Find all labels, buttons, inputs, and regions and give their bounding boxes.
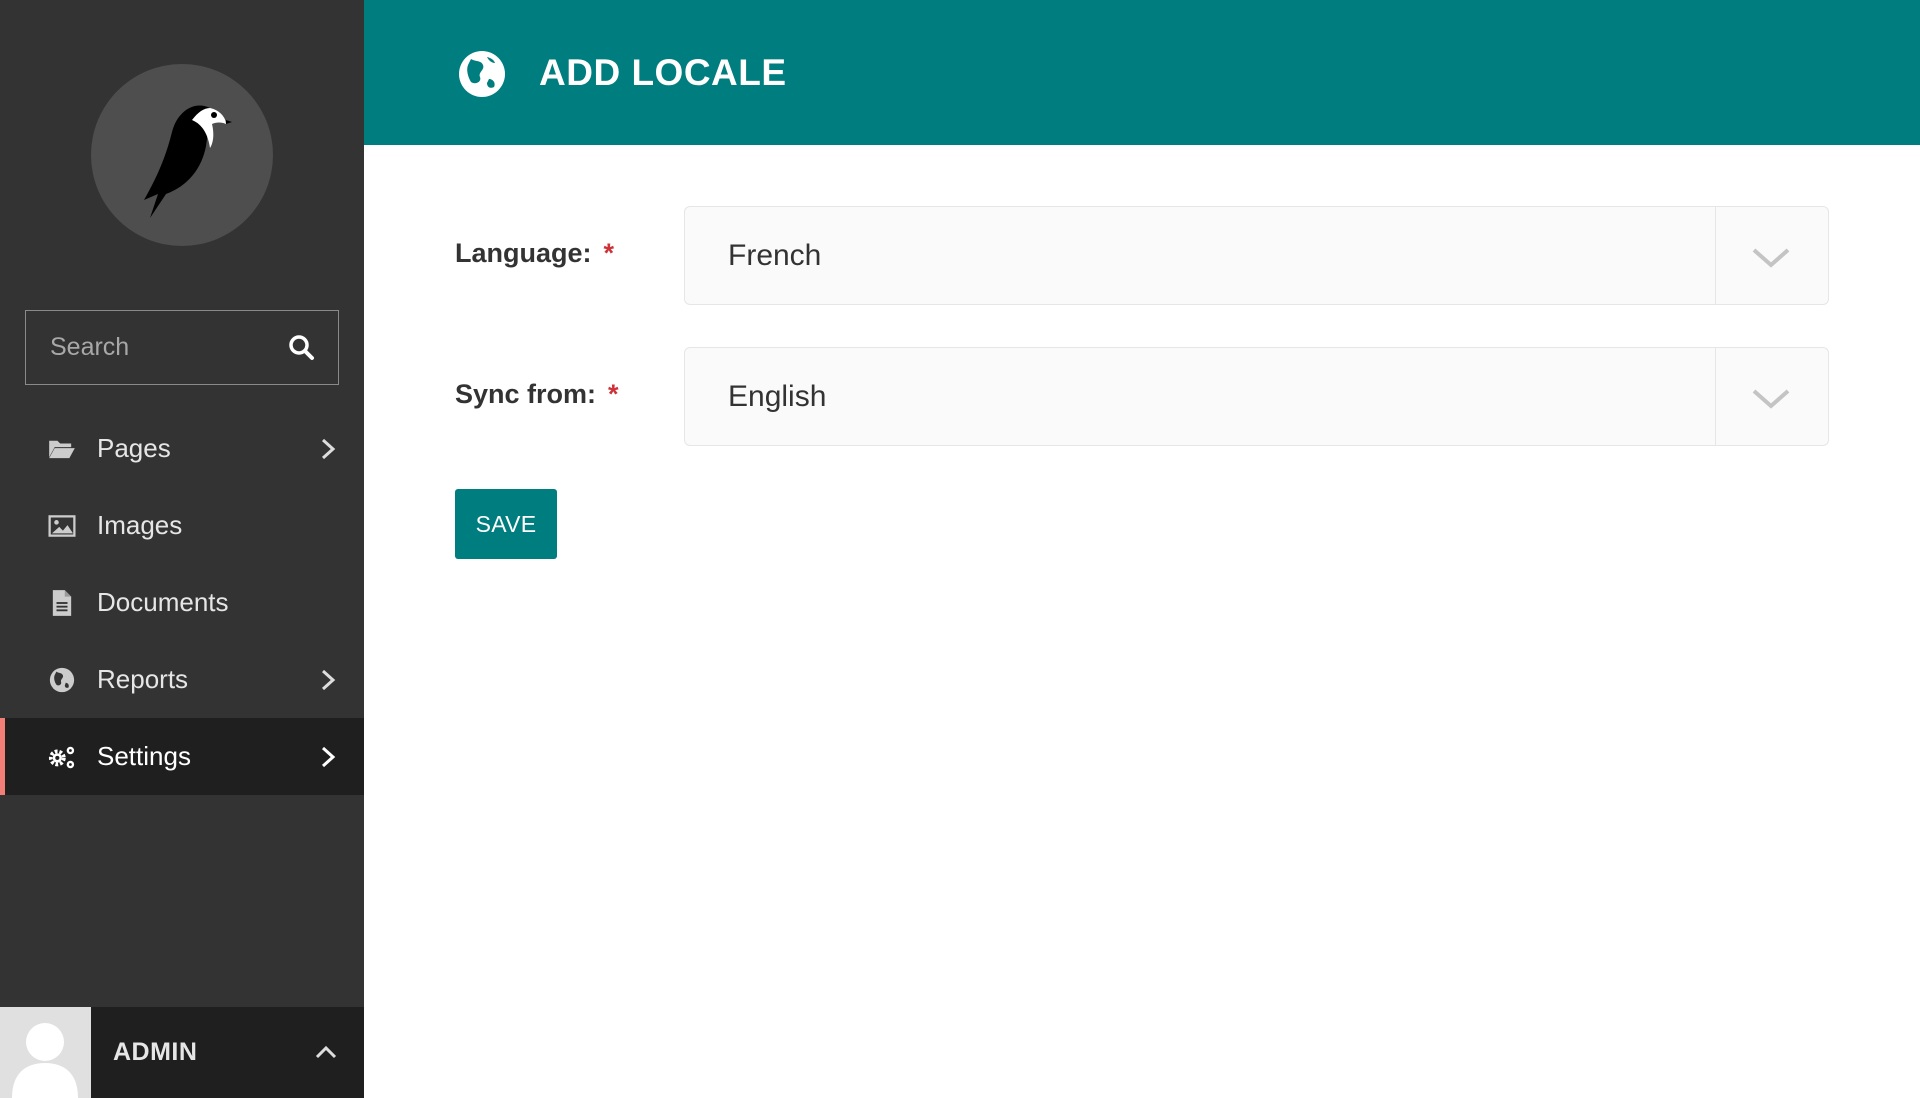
sidebar-item-label: Settings bbox=[97, 741, 191, 771]
bird-logo-icon bbox=[144, 105, 232, 218]
account-name: ADMIN bbox=[113, 1038, 198, 1066]
globe-icon bbox=[47, 665, 77, 695]
sync-from-label: Sync from: * bbox=[455, 379, 619, 410]
sidebar-item-documents[interactable]: Documents bbox=[0, 564, 364, 641]
image-icon bbox=[47, 511, 77, 541]
chevron-right-icon bbox=[321, 746, 336, 767]
wagtail-logo[interactable] bbox=[91, 64, 273, 246]
avatar bbox=[0, 1007, 91, 1098]
search-button[interactable] bbox=[286, 332, 318, 364]
language-select[interactable]: French bbox=[684, 206, 1829, 305]
main-menu: Pages Images Documents Reports Settings bbox=[0, 410, 364, 795]
save-button[interactable]: SAVE bbox=[455, 489, 557, 559]
cogs-icon bbox=[47, 742, 77, 772]
user-avatar-icon bbox=[0, 1007, 91, 1098]
sidebar-item-label: Reports bbox=[97, 664, 189, 694]
sidebar-item-label: Images bbox=[97, 510, 183, 540]
chevron-up-icon bbox=[315, 1045, 337, 1059]
select-divider bbox=[1715, 207, 1716, 304]
sidebar-item-pages[interactable]: Pages bbox=[0, 410, 364, 487]
sidebar-item-settings[interactable]: Settings bbox=[0, 718, 364, 795]
language-label: Language: * bbox=[455, 238, 614, 269]
required-marker: * bbox=[603, 238, 615, 268]
chevron-right-icon bbox=[321, 438, 336, 459]
app-root: Pages Images bbox=[0, 0, 1920, 1098]
search-icon bbox=[289, 335, 314, 360]
sidebar-item-label: Documents bbox=[97, 587, 229, 617]
search-box bbox=[25, 310, 339, 385]
language-select-value: French bbox=[728, 239, 822, 272]
sync-from-label-text: Sync from: bbox=[455, 379, 597, 409]
page-title: ADD LOCALE bbox=[539, 52, 787, 93]
document-icon bbox=[47, 588, 77, 618]
page-header: ADD LOCALE bbox=[364, 0, 1920, 145]
sidebar-item-images[interactable]: Images bbox=[0, 487, 364, 564]
sidebar-item-label: Pages bbox=[97, 433, 171, 463]
sync-from-select-value: English bbox=[728, 380, 827, 413]
chevron-right-icon bbox=[321, 669, 336, 690]
sidebar: Pages Images bbox=[0, 0, 364, 1098]
search-input[interactable] bbox=[26, 311, 276, 384]
folder-open-icon bbox=[47, 434, 77, 464]
language-label-text: Language: bbox=[455, 238, 592, 268]
sync-from-select[interactable]: English bbox=[684, 347, 1829, 446]
select-divider bbox=[1715, 348, 1716, 445]
chevron-down-icon bbox=[1752, 248, 1790, 268]
sidebar-item-reports[interactable]: Reports bbox=[0, 641, 364, 718]
chevron-down-icon bbox=[1752, 389, 1790, 409]
required-marker: * bbox=[608, 379, 619, 409]
globe-icon bbox=[459, 51, 505, 97]
account-menu[interactable]: ADMIN bbox=[0, 1007, 364, 1098]
